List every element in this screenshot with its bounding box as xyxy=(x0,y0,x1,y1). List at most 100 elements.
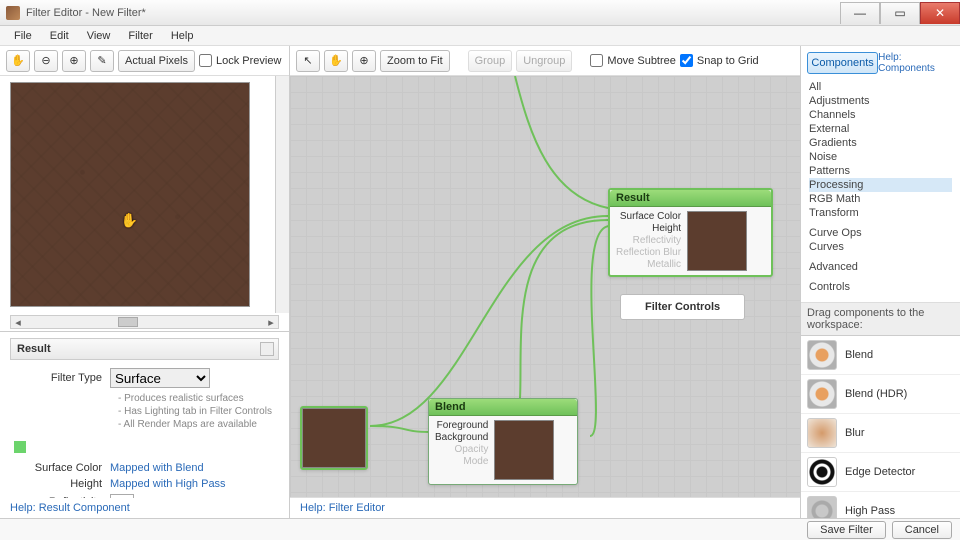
properties-title: Result xyxy=(17,343,51,355)
cancel-button[interactable]: Cancel xyxy=(892,521,952,539)
zoom-out-icon[interactable]: ⊖ xyxy=(34,50,58,72)
lock-preview-checkbox[interactable]: Lock Preview xyxy=(199,54,281,67)
preview-image[interactable]: ✋ xyxy=(10,82,250,307)
menubar: File Edit View Filter Help xyxy=(0,26,960,46)
cat-transform[interactable]: Transform xyxy=(809,206,952,220)
cat-curves[interactable]: Curves xyxy=(809,240,952,254)
color-swatch[interactable] xyxy=(14,441,26,453)
zoom-in-icon[interactable]: ⊕ xyxy=(62,50,86,72)
menu-file[interactable]: File xyxy=(6,28,40,44)
component-list[interactable]: Blend Blend (HDR) Blur Edge Detector Hig… xyxy=(801,336,960,518)
cat-external[interactable]: External xyxy=(809,122,952,136)
cat-adjustments[interactable]: Adjustments xyxy=(809,94,952,108)
node-image-1[interactable] xyxy=(300,406,368,470)
ungroup-button[interactable]: Ungroup xyxy=(516,50,572,72)
component-blend-hdr[interactable]: Blend (HDR) xyxy=(801,375,960,414)
footer: Save Filter Cancel xyxy=(0,518,960,540)
menu-edit[interactable]: Edit xyxy=(42,28,77,44)
lock-preview-input[interactable] xyxy=(199,54,212,67)
preview-scrollbar-horizontal[interactable]: ◂ ▸ xyxy=(10,315,279,329)
blend-icon xyxy=(807,340,837,370)
height-value[interactable]: Mapped with High Pass xyxy=(110,478,279,490)
snap-to-grid-checkbox[interactable]: Snap to Grid xyxy=(680,54,759,67)
cat-noise[interactable]: Noise xyxy=(809,150,952,164)
port-opacity[interactable]: Opacity xyxy=(435,444,488,455)
category-list: All Adjustments Channels External Gradie… xyxy=(801,80,960,303)
port-height[interactable]: Height xyxy=(616,223,681,234)
port-mode[interactable]: Mode xyxy=(435,456,488,467)
preview-scrollbar-vertical[interactable] xyxy=(275,76,289,313)
menu-view[interactable]: View xyxy=(79,28,119,44)
component-blur[interactable]: Blur xyxy=(801,414,960,453)
node-blend-header[interactable]: Blend xyxy=(429,399,577,416)
scroll-left-icon[interactable]: ◂ xyxy=(11,316,25,329)
move-subtree-input[interactable] xyxy=(590,54,603,67)
eyedropper-icon[interactable]: ✎ xyxy=(90,50,114,72)
cat-all[interactable]: All xyxy=(809,80,952,94)
scroll-right-icon[interactable]: ▸ xyxy=(264,316,278,329)
snap-to-grid-input[interactable] xyxy=(680,54,693,67)
cat-processing[interactable]: Processing xyxy=(809,178,952,192)
minimize-button[interactable]: — xyxy=(840,2,880,24)
pan-tool-icon-2[interactable]: ✋ xyxy=(324,50,348,72)
menu-help[interactable]: Help xyxy=(163,28,202,44)
blend-hdr-icon xyxy=(807,379,837,409)
component-edge-detector[interactable]: Edge Detector xyxy=(801,453,960,492)
properties-scroll-up-icon[interactable] xyxy=(260,342,274,356)
titlebar: Filter Editor - New Filter* — ▭ ✕ xyxy=(0,0,960,26)
port-metallic[interactable]: Metallic xyxy=(616,259,681,270)
cat-curve-ops[interactable]: Curve Ops xyxy=(809,226,952,240)
cat-advanced[interactable]: Advanced xyxy=(809,260,952,274)
node-image-1-thumbnail xyxy=(302,408,366,468)
lock-preview-label: Lock Preview xyxy=(216,55,281,67)
app-icon xyxy=(6,6,20,20)
help-filter-editor-center[interactable]: Help: Filter Editor xyxy=(290,497,800,518)
workspace-toolbar: ↖ ✋ ⊕ Zoom to Fit Group Ungroup Move Sub… xyxy=(290,46,800,76)
preview-toolbar: ✋ ⊖ ⊕ ✎ Actual Pixels Lock Preview xyxy=(0,46,289,76)
node-canvas[interactable]: Result Surface Color Height Reflectivity… xyxy=(290,76,800,497)
cat-patterns[interactable]: Patterns xyxy=(809,164,952,178)
filter-type-select[interactable]: Surface xyxy=(110,368,210,388)
port-surface-color[interactable]: Surface Color xyxy=(616,211,681,222)
height-label: Height xyxy=(10,478,110,490)
port-background[interactable]: Background xyxy=(435,432,488,443)
maximize-button[interactable]: ▭ xyxy=(880,2,920,24)
zoom-tool-icon[interactable]: ⊕ xyxy=(352,50,376,72)
cat-controls[interactable]: Controls xyxy=(809,280,952,294)
help-result-component[interactable]: Help: Result Component xyxy=(0,498,289,518)
high-pass-icon xyxy=(807,496,837,518)
surface-color-label: Surface Color xyxy=(10,462,110,474)
filter-controls-button[interactable]: Filter Controls xyxy=(620,294,745,320)
cat-channels[interactable]: Channels xyxy=(809,108,952,122)
port-reflectivity[interactable]: Reflectivity xyxy=(616,235,681,246)
scroll-thumb[interactable] xyxy=(118,317,138,327)
components-tab[interactable]: Components xyxy=(807,52,878,74)
window-title: Filter Editor - New Filter* xyxy=(26,7,840,19)
actual-pixels-button[interactable]: Actual Pixels xyxy=(118,50,195,72)
component-blend[interactable]: Blend xyxy=(801,336,960,375)
surface-color-value[interactable]: Mapped with Blend xyxy=(110,462,279,474)
drag-components-label: Drag components to the workspace: xyxy=(801,303,960,336)
node-result-header[interactable]: Result xyxy=(610,190,771,207)
cat-gradients[interactable]: Gradients xyxy=(809,136,952,150)
component-high-pass[interactable]: High Pass xyxy=(801,492,960,518)
left-panel: ✋ ⊖ ⊕ ✎ Actual Pixels Lock Preview ✋ ◂ ▸ xyxy=(0,46,290,518)
port-foreground[interactable]: Foreground xyxy=(435,420,488,431)
port-reflection-blur[interactable]: Reflection Blur xyxy=(616,247,681,258)
group-button[interactable]: Group xyxy=(468,50,513,72)
edge-detector-icon xyxy=(807,457,837,487)
move-subtree-checkbox[interactable]: Move Subtree xyxy=(590,54,675,67)
node-blend[interactable]: Blend Foreground Background Opacity Mode xyxy=(428,398,578,485)
hand-cursor-icon: ✋ xyxy=(120,212,137,229)
pan-tool-icon[interactable]: ✋ xyxy=(6,50,30,72)
properties-header: Result xyxy=(10,338,279,360)
components-panel: Components Help: Components All Adjustme… xyxy=(800,46,960,518)
zoom-to-fit-button[interactable]: Zoom to Fit xyxy=(380,50,450,72)
save-filter-button[interactable]: Save Filter xyxy=(807,521,886,539)
help-components-link[interactable]: Help: Components xyxy=(878,52,954,74)
cat-rgb-math[interactable]: RGB Math xyxy=(809,192,952,206)
menu-filter[interactable]: Filter xyxy=(120,28,160,44)
close-button[interactable]: ✕ xyxy=(920,2,960,24)
select-tool-icon[interactable]: ↖ xyxy=(296,50,320,72)
node-result[interactable]: Result Surface Color Height Reflectivity… xyxy=(608,188,773,277)
